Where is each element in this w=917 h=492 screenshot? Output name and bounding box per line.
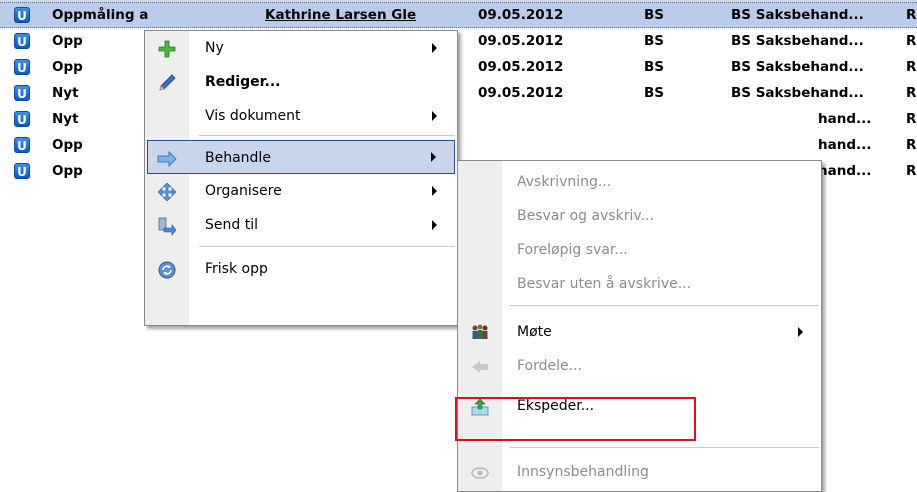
meeting-people-icon: [470, 323, 490, 343]
row-person: Kathrine Larsen Gle: [265, 7, 417, 23]
row-code: BS: [644, 7, 665, 23]
menu-item-frisk-opp[interactable]: Frisk opp: [145, 252, 457, 286]
menu-item-behandle[interactable]: Behandle: [147, 140, 455, 174]
row-date: 09.05.2012: [478, 59, 564, 75]
send-to-icon: [157, 216, 177, 236]
document-type-icon: U: [14, 137, 30, 153]
menu-item-vis-dokument[interactable]: Vis dokument: [145, 99, 457, 133]
distribute-icon: [470, 357, 490, 377]
menu-item-label: Besvar og avskriv...: [517, 208, 654, 224]
row-group: BS Saksbehand...: [731, 33, 864, 49]
table-row[interactable]: U Nyt hand... R: [0, 106, 917, 132]
menu-item-label: Vis dokument: [205, 108, 301, 124]
row-title: Oppmåling a: [52, 7, 149, 23]
document-type-icon: U: [14, 33, 30, 49]
row-group: hand...: [818, 137, 872, 153]
menu-separator: [199, 246, 455, 247]
row-group: hand...: [818, 163, 872, 179]
menu-item-label: Send til: [205, 217, 258, 233]
table-row[interactable]: U Opp 09.05.2012 BS BS Saksbehand... R: [0, 28, 917, 54]
menu-item-send-til[interactable]: Send til: [145, 208, 457, 242]
menu-item-label: Møte: [517, 324, 552, 340]
submenu-item-besvar-og-avskriv[interactable]: Besvar og avskriv...: [458, 199, 821, 233]
context-menu: Ny Rediger... Vis dokument Behandle Orga…: [144, 30, 458, 326]
row-r: R: [906, 33, 917, 49]
table-row[interactable]: U Opp hand... R: [0, 132, 917, 158]
menu-separator: [510, 447, 819, 448]
submenu-arrow-icon: [431, 152, 436, 162]
row-date: 09.05.2012: [478, 33, 564, 49]
process-arrow-icon: [156, 149, 177, 169]
document-type-icon: U: [14, 59, 30, 75]
submenu-item-innsynsbehandling[interactable]: Innsynsbehandling: [458, 455, 821, 489]
table-row[interactable]: U Nyt 09.05.2012 BS BS Saksbehand... R: [0, 80, 917, 106]
row-date: 09.05.2012: [478, 85, 564, 101]
organize-arrows-icon: [157, 182, 177, 202]
table-row[interactable]: U Opp 09.05.2012 BS BS Saksbehand... R: [0, 54, 917, 80]
row-r: R: [906, 7, 917, 23]
menu-item-label: Avskrivning...: [517, 174, 612, 190]
row-date: 09.05.2012: [478, 7, 564, 23]
row-r: R: [906, 111, 917, 127]
submenu-arrow-icon: [798, 327, 803, 337]
submenu-item-avskrivning[interactable]: Avskrivning...: [458, 165, 821, 199]
row-code: BS: [644, 59, 665, 75]
submenu-arrow-icon: [432, 220, 437, 230]
row-code: BS: [644, 33, 665, 49]
submenu-arrow-icon: [432, 186, 437, 196]
row-r: R: [906, 137, 917, 153]
row-title: Opp: [52, 137, 83, 153]
behandle-submenu: Avskrivning... Besvar og avskriv... Fore…: [455, 160, 822, 492]
menu-item-rediger[interactable]: Rediger...: [145, 65, 457, 99]
row-title: Opp: [52, 59, 83, 75]
menu-separator: [199, 135, 455, 136]
row-group: BS Saksbehand...: [731, 85, 864, 101]
row-group: BS Saksbehand...: [731, 59, 864, 75]
row-title: Opp: [52, 33, 83, 49]
document-type-icon: U: [14, 85, 30, 101]
menu-item-label: Fordele...: [517, 358, 582, 374]
eye-icon: [470, 463, 490, 483]
row-title: Nyt: [52, 85, 79, 101]
document-type-icon: U: [14, 111, 30, 127]
submenu-arrow-icon: [432, 111, 437, 121]
submenu-item-fordele[interactable]: Fordele...: [458, 349, 821, 383]
document-type-icon: U: [14, 163, 30, 179]
row-r: R: [906, 85, 917, 101]
menu-item-label: Besvar uten å avskrive...: [517, 276, 692, 292]
row-r: R: [906, 59, 917, 75]
row-title: Nyt: [52, 111, 79, 127]
menu-separator: [510, 305, 819, 306]
row-group: BS Saksbehand...: [731, 7, 864, 23]
menu-item-label: Behandle: [205, 150, 271, 166]
menu-item-label: Innsynsbehandling: [517, 464, 649, 480]
menu-item-ny[interactable]: Ny: [145, 31, 457, 65]
new-plus-icon: [157, 39, 177, 59]
submenu-item-forelopig-svar[interactable]: Foreløpig svar...: [458, 233, 821, 267]
menu-item-label: Organisere: [205, 183, 282, 199]
row-title: Opp: [52, 163, 83, 179]
menu-item-label: Frisk opp: [205, 261, 268, 277]
menu-item-organisere[interactable]: Organisere: [145, 174, 457, 208]
refresh-icon: [157, 260, 177, 280]
row-code: BS: [644, 85, 665, 101]
submenu-arrow-icon: [432, 43, 437, 53]
pencil-icon: [157, 73, 177, 93]
row-r: R: [906, 163, 917, 179]
menu-item-label: Foreløpig svar...: [517, 242, 628, 258]
menu-item-label: Ny: [205, 40, 224, 56]
row-group: hand...: [818, 111, 872, 127]
red-highlight-box: [455, 397, 696, 441]
menu-item-label: Rediger...: [205, 74, 281, 90]
table-row[interactable]: U Oppmåling a Kathrine Larsen Gle 09.05.…: [0, 2, 917, 28]
submenu-item-besvar-uten-avskrive[interactable]: Besvar uten å avskrive...: [458, 267, 821, 301]
submenu-item-mote[interactable]: Møte: [458, 315, 821, 349]
document-type-icon: U: [14, 7, 30, 23]
